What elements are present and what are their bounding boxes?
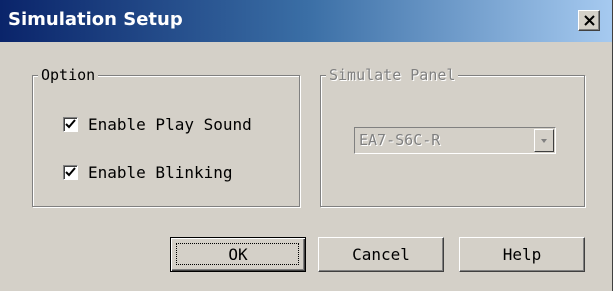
cancel-label: Cancel: [352, 245, 410, 264]
dropdown-button[interactable]: [534, 129, 554, 152]
checkmark-icon: [65, 166, 76, 176]
focus-rectangle: [176, 243, 299, 265]
blinking-check-box[interactable]: [63, 164, 78, 180]
checkmark-icon: [65, 118, 76, 128]
help-button[interactable]: Help: [459, 237, 585, 272]
title-bar[interactable]: Simulation Setup: [0, 0, 612, 42]
simulate-panel-select[interactable]: EA7-S6C-R: [354, 127, 556, 154]
help-label: Help: [502, 245, 542, 264]
close-button[interactable]: [578, 10, 600, 31]
enable-play-sound-checkbox[interactable]: Enable Play Sound: [63, 113, 252, 135]
play-sound-check-box[interactable]: [63, 116, 78, 132]
ok-button[interactable]: OK: [170, 237, 306, 272]
close-icon: [584, 15, 595, 26]
simulate-panel-value: EA7-S6C-R: [359, 131, 441, 149]
enable-blinking-checkbox[interactable]: Enable Blinking: [63, 161, 233, 183]
cancel-button[interactable]: Cancel: [318, 237, 444, 272]
blinking-label: Enable Blinking: [88, 162, 233, 182]
window-title: Simulation Setup: [8, 9, 183, 30]
simulation-setup-dialog: Simulation Setup Option Enable Play Soun…: [0, 0, 613, 291]
chevron-down-icon: [541, 139, 547, 143]
option-group: Option Enable Play Sound Enable Blinking: [32, 65, 300, 207]
play-sound-label: Enable Play Sound: [88, 114, 252, 134]
simulate-panel-label: Simulate Panel: [326, 65, 459, 85]
option-group-label: Option: [38, 65, 99, 85]
